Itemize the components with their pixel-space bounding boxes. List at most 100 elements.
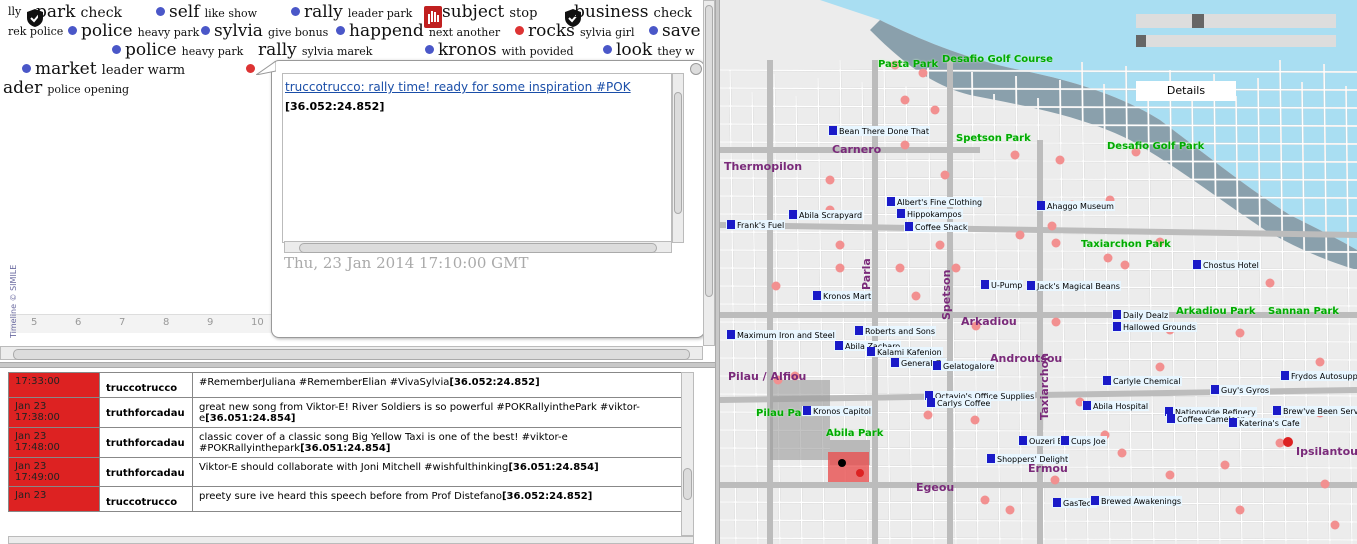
tweet-location-pin[interactable] bbox=[1117, 448, 1127, 458]
tweet-location-pin[interactable] bbox=[771, 281, 781, 291]
tweet-location-pin[interactable] bbox=[935, 240, 945, 250]
tweet-location-pin[interactable] bbox=[1120, 260, 1130, 270]
table-row[interactable]: 17:33:00 truccotrucco #RememberJuliana #Re… bbox=[8, 372, 692, 398]
timeline-event[interactable]: subject stop bbox=[442, 2, 537, 22]
tweet-location-pin[interactable] bbox=[1265, 278, 1275, 288]
tweet-location-pin[interactable] bbox=[1047, 221, 1057, 231]
timeline-event[interactable]: rocks sylvia girl bbox=[515, 21, 635, 41]
timeline-event[interactable]: park check bbox=[36, 2, 122, 22]
timeline-event[interactable]: police heavy park bbox=[112, 40, 243, 60]
place-marker[interactable]: Kronos Capitol bbox=[802, 406, 872, 416]
event-popup[interactable]: truccotrucco: rally time! ready for some… bbox=[256, 60, 705, 338]
place-marker[interactable]: Ahaggo Museum bbox=[1036, 201, 1115, 211]
place-marker[interactable]: Carlyle Chemical bbox=[1102, 376, 1182, 386]
timeline-event[interactable]: sylvia give bonus bbox=[201, 21, 328, 41]
map-pane[interactable]: Details Desafio Golf Course Spetson Park… bbox=[720, 0, 1357, 544]
tweet-location-pin[interactable] bbox=[1155, 362, 1165, 372]
place-marker[interactable]: Kronos Mart bbox=[812, 291, 873, 301]
tweet-location-pin[interactable] bbox=[1330, 520, 1340, 530]
timeline-event[interactable]: self like show bbox=[156, 2, 257, 22]
close-icon[interactable] bbox=[690, 63, 702, 75]
place-marker[interactable]: Brew've Been Served bbox=[1272, 406, 1357, 416]
place-marker[interactable]: Hallowed Grounds bbox=[1112, 322, 1197, 332]
place-marker[interactable]: Frydos Autosupply bbox=[1280, 371, 1357, 381]
timeline-event[interactable]: kronos with povided bbox=[425, 40, 574, 60]
place-marker[interactable]: Shoppers' Delight bbox=[986, 454, 1070, 464]
tweet-location-pin[interactable] bbox=[1315, 357, 1325, 367]
table-row[interactable]: Jan 23 17:38:00 truthforcadau great new son… bbox=[8, 397, 692, 428]
timeline-event[interactable]: look they w bbox=[603, 40, 694, 60]
timeline-event[interactable]: rally sylvia marek bbox=[258, 40, 372, 60]
tweet-location-pin[interactable] bbox=[940, 170, 950, 180]
tweet-location-pin[interactable] bbox=[1103, 253, 1113, 263]
timeline-vertical-scrollbar[interactable] bbox=[703, 0, 715, 346]
place-marker[interactable]: Frank's Fuel bbox=[726, 220, 786, 230]
tweet-location-pin[interactable] bbox=[900, 140, 910, 150]
timeline-event[interactable]: ader police opening bbox=[3, 78, 129, 98]
timeline-event[interactable]: rally leader park bbox=[291, 2, 412, 22]
popup-vertical-scrollbar[interactable] bbox=[672, 73, 684, 243]
place-marker[interactable]: Daily Dealz bbox=[1112, 310, 1170, 320]
tweet-location-pin[interactable] bbox=[1235, 328, 1245, 338]
place-marker[interactable]: Hippokampos bbox=[896, 209, 963, 219]
timeline-event[interactable]: happend next another bbox=[336, 21, 500, 41]
place-marker[interactable]: Gelatogalore bbox=[932, 361, 996, 371]
tweets-horizontal-scrollbar[interactable] bbox=[8, 536, 694, 544]
place-marker[interactable]: Kalami Kafenion bbox=[866, 347, 943, 357]
word-fragment[interactable]: lly bbox=[8, 5, 21, 18]
place-marker[interactable]: Albert's Fine Clothing bbox=[886, 197, 984, 207]
tweet-location-pin[interactable] bbox=[835, 240, 845, 250]
details-button[interactable]: Details bbox=[1136, 81, 1236, 101]
selected-event-dot[interactable] bbox=[246, 64, 255, 73]
time-slider[interactable] bbox=[1136, 14, 1336, 28]
popup-horizontal-scrollbar[interactable] bbox=[284, 241, 672, 253]
table-row[interactable]: Jan 23 truccotrucco preety sure ive heard … bbox=[8, 486, 692, 512]
slider-handle[interactable] bbox=[1136, 35, 1146, 47]
timeline-horizontal-scrollbar[interactable] bbox=[0, 346, 703, 360]
place-marker[interactable]: Abila Hospital bbox=[1082, 401, 1150, 411]
place-marker[interactable]: Abila Scrapyard bbox=[788, 210, 864, 220]
timeline-event[interactable]: police heavy park bbox=[68, 21, 199, 41]
place-marker[interactable]: Cups Joe bbox=[1060, 436, 1107, 446]
tweet-location-pin[interactable] bbox=[1320, 479, 1330, 489]
timeline-event[interactable]: save bbox=[649, 21, 701, 41]
tweet-location-pin[interactable] bbox=[1235, 505, 1245, 515]
table-row[interactable]: Jan 23 17:48:00 truthforcadau classic cover… bbox=[8, 427, 692, 458]
timeline-event[interactable]: market leader warm bbox=[22, 59, 185, 79]
tweet-location-pin[interactable] bbox=[911, 291, 921, 301]
tweet-location-pin[interactable] bbox=[1005, 505, 1015, 515]
tweet-location-pin[interactable] bbox=[923, 410, 933, 420]
tweet-location-pin[interactable] bbox=[895, 263, 905, 273]
tweets-vertical-scrollbar[interactable] bbox=[681, 372, 694, 536]
table-row[interactable]: Jan 23 17:49:00 truthforcadau Viktor-E shou… bbox=[8, 457, 692, 487]
timeline-pane[interactable]: lly rek police park check self like show… bbox=[0, 0, 715, 362]
tweet-location-pin[interactable] bbox=[835, 263, 845, 273]
place-marker[interactable]: Brewed Awakenings bbox=[1090, 496, 1183, 506]
tweet-location-pin[interactable] bbox=[1051, 317, 1061, 327]
range-slider[interactable] bbox=[1136, 35, 1336, 47]
tweet-location-pin[interactable] bbox=[970, 415, 980, 425]
tweet-location-pin[interactable] bbox=[825, 175, 835, 185]
timeline-event[interactable]: business check bbox=[574, 2, 692, 22]
tweet-location-pin[interactable] bbox=[1051, 238, 1061, 248]
place-marker[interactable]: U-Pump bbox=[980, 280, 1024, 290]
place-marker[interactable]: Chostus Hotel bbox=[1192, 260, 1260, 270]
tweet-link[interactable]: truccotrucco: rally time! ready for some… bbox=[285, 80, 631, 94]
place-marker[interactable]: Coffee Shack bbox=[904, 222, 969, 232]
tweet-location-pin[interactable] bbox=[1015, 230, 1025, 240]
place-marker[interactable]: Carlys Coffee bbox=[926, 398, 992, 408]
slider-handle[interactable] bbox=[1192, 14, 1204, 28]
place-marker[interactable]: Katerina's Cafe bbox=[1228, 418, 1301, 428]
place-marker[interactable]: Roberts and Sons bbox=[854, 326, 937, 336]
tweet-location-pin[interactable] bbox=[1220, 460, 1230, 470]
tweet-location-pin[interactable] bbox=[900, 95, 910, 105]
tweet-location-pin[interactable] bbox=[1010, 150, 1020, 160]
tweet-location-pin[interactable] bbox=[1055, 155, 1065, 165]
tweet-location-pin[interactable] bbox=[930, 105, 940, 115]
tweet-location-pin[interactable] bbox=[1165, 470, 1175, 480]
tweet-location-pin[interactable] bbox=[980, 495, 990, 505]
place-marker[interactable]: Guy's Gyros bbox=[1210, 385, 1271, 395]
place-marker[interactable]: Jack's Magical Beans bbox=[1026, 281, 1121, 291]
selected-region[interactable] bbox=[828, 452, 869, 482]
highlighted-pin[interactable] bbox=[1283, 437, 1293, 447]
